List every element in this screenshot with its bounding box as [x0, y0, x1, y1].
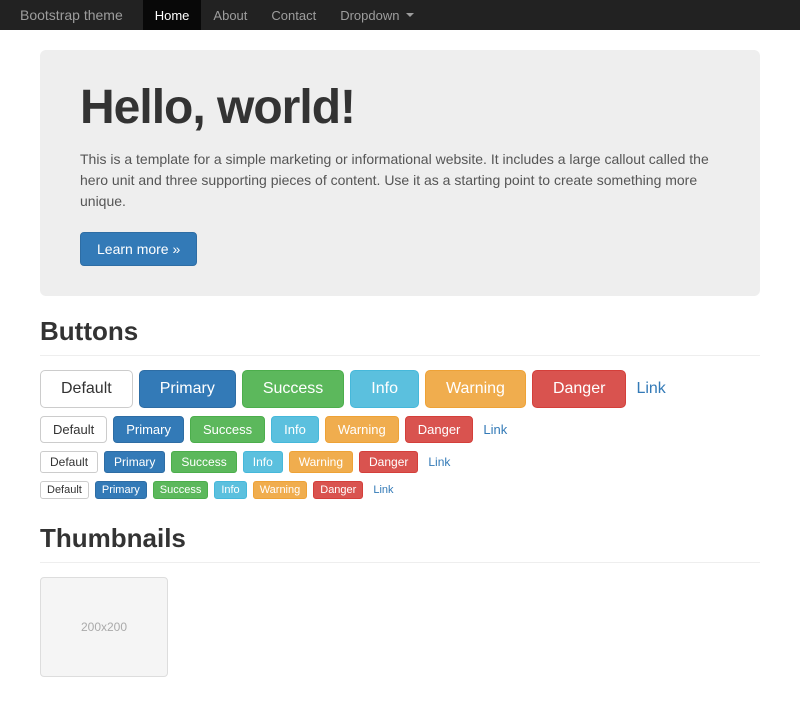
btn-info-md[interactable]: Info: [271, 416, 319, 443]
btn-success-md[interactable]: Success: [190, 416, 265, 443]
btn-warning-sm[interactable]: Warning: [289, 451, 353, 473]
nav-item-home[interactable]: Home: [143, 0, 202, 30]
btn-info-sm[interactable]: Info: [243, 451, 283, 473]
btn-success-sm[interactable]: Success: [171, 451, 236, 473]
btn-default-md[interactable]: Default: [40, 416, 107, 443]
btn-default-sm[interactable]: Default: [40, 451, 98, 473]
btn-primary-xs[interactable]: Primary: [95, 481, 147, 499]
chevron-down-icon: [406, 13, 414, 17]
nav-item-dropdown[interactable]: Dropdown: [328, 0, 426, 30]
button-row-xs: Default Primary Success Info Warning Dan…: [40, 481, 760, 499]
btn-primary-lg[interactable]: Primary: [139, 370, 236, 408]
main-content: Hello, world! This is a template for a s…: [20, 30, 780, 717]
nav-item-contact[interactable]: Contact: [259, 0, 328, 30]
navbar-brand[interactable]: Bootstrap theme: [20, 7, 123, 23]
thumbnail-item[interactable]: 200x200: [40, 577, 168, 677]
jumbotron-body: This is a template for a simple marketin…: [80, 149, 720, 212]
btn-danger-xs[interactable]: Danger: [313, 481, 363, 499]
jumbotron-heading: Hello, world!: [80, 80, 720, 135]
btn-info-lg[interactable]: Info: [350, 370, 419, 408]
btn-primary-md[interactable]: Primary: [113, 416, 184, 443]
btn-warning-lg[interactable]: Warning: [425, 370, 526, 408]
btn-primary-sm[interactable]: Primary: [104, 451, 165, 473]
btn-link-xs[interactable]: Link: [369, 482, 399, 498]
btn-success-xs[interactable]: Success: [153, 481, 209, 499]
btn-default-xs[interactable]: Default: [40, 481, 89, 499]
jumbotron: Hello, world! This is a template for a s…: [40, 50, 760, 296]
buttons-section: Buttons Default Primary Success Info War…: [40, 316, 760, 499]
btn-warning-xs[interactable]: Warning: [253, 481, 308, 499]
button-row-sm: Default Primary Success Info Warning Dan…: [40, 451, 760, 473]
thumbnails-section-title: Thumbnails: [40, 523, 760, 563]
navbar: Bootstrap theme Home About Contact Dropd…: [0, 0, 800, 30]
thumbnails-section: Thumbnails 200x200: [40, 523, 760, 677]
btn-default-lg[interactable]: Default: [40, 370, 133, 408]
btn-danger-lg[interactable]: Danger: [532, 370, 626, 408]
nav-item-about[interactable]: About: [201, 0, 259, 30]
btn-danger-md[interactable]: Danger: [405, 416, 474, 443]
learn-more-button[interactable]: Learn more »: [80, 232, 197, 266]
btn-danger-sm[interactable]: Danger: [359, 451, 418, 473]
btn-info-xs[interactable]: Info: [214, 481, 246, 499]
button-row-lg: Default Primary Success Info Warning Dan…: [40, 370, 760, 408]
buttons-section-title: Buttons: [40, 316, 760, 356]
btn-success-lg[interactable]: Success: [242, 370, 344, 408]
btn-link-md[interactable]: Link: [479, 417, 519, 442]
btn-link-sm[interactable]: Link: [424, 452, 459, 472]
nav-items: Home About Contact Dropdown: [143, 0, 427, 30]
btn-warning-md[interactable]: Warning: [325, 416, 399, 443]
button-row-md: Default Primary Success Info Warning Dan…: [40, 416, 760, 443]
thumbnail-label: 200x200: [81, 620, 127, 634]
btn-link-lg[interactable]: Link: [632, 371, 685, 407]
